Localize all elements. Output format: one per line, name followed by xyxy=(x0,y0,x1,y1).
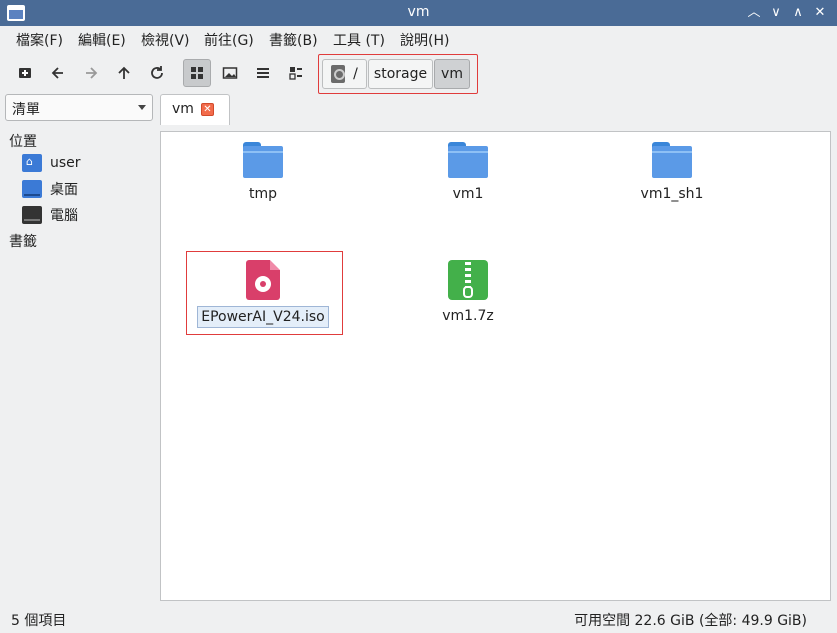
sidebar-mode-value: 清單 xyxy=(12,102,40,118)
sidebar-item-label: 桌面 xyxy=(50,182,78,198)
file-item-tmp[interactable]: tmp xyxy=(188,142,338,204)
free-space: 可用空間 22.6 GiB (全部: 49.9 GiB) xyxy=(574,613,807,629)
file-name: vm1 xyxy=(452,186,484,202)
crumb-vm[interactable]: vm xyxy=(434,59,470,89)
sidebar-item-label: user xyxy=(50,155,81,171)
path-bar: / storage vm xyxy=(318,54,478,94)
up-button[interactable] xyxy=(110,59,138,87)
item-count: 5 個項目 xyxy=(11,613,67,629)
sidebar-item-user[interactable]: user xyxy=(22,152,81,174)
reload-icon xyxy=(151,66,163,79)
list-icon xyxy=(257,68,269,78)
tab-label: vm xyxy=(172,101,194,117)
file-name: vm1_sh1 xyxy=(640,186,704,202)
sidebar: 清單 位置 user 桌面 電腦 書籤 xyxy=(0,94,158,600)
menu-file[interactable]: 檔案(F) xyxy=(16,30,63,50)
arrow-up-icon xyxy=(118,66,130,79)
drive-icon xyxy=(331,65,346,83)
crumb-vm-label: vm xyxy=(441,66,463,82)
places-heading: 位置 xyxy=(9,134,37,150)
close-tab-icon[interactable]: ✕ xyxy=(201,103,214,116)
compact-view-button[interactable] xyxy=(282,59,310,87)
maximize-button[interactable]: ∧ xyxy=(787,2,809,24)
crumb-storage-label: storage xyxy=(373,66,428,82)
new-tab-button[interactable] xyxy=(11,59,39,87)
keep-above-button[interactable]: ︿ xyxy=(743,2,765,24)
tab-bar: vm ✕ xyxy=(160,94,837,125)
crumb-root-label: / xyxy=(353,66,358,82)
icon-view-button[interactable] xyxy=(183,59,211,87)
grid-icon xyxy=(191,67,203,79)
file-view: tmp vm1 vm1_sh1 EPowerAI_V24.iso vm1.7z xyxy=(160,131,831,601)
computer-icon xyxy=(22,206,42,224)
menu-help[interactable]: 說明(H) xyxy=(400,30,449,50)
status-bar: 5 個項目 可用空間 22.6 GiB (全部: 49.9 GiB) xyxy=(0,601,837,633)
sidebar-item-label: 電腦 xyxy=(50,208,78,224)
menu-bar: 檔案(F) 編輯(E) 檢視(V) 前往(G) 書籤(B) 工具 (T) 說明(… xyxy=(0,26,837,52)
file-item-vm1[interactable]: vm1 xyxy=(393,142,543,204)
file-name: tmp xyxy=(248,186,277,202)
forward-button[interactable] xyxy=(77,59,105,87)
crumb-root[interactable]: / xyxy=(322,59,367,89)
chevron-down-icon xyxy=(138,105,146,110)
title-bar: vm ︿ ∨ ∧ ✕ xyxy=(0,0,837,26)
menu-view[interactable]: 檢視(V) xyxy=(141,30,190,50)
sidebar-item-computer[interactable]: 電腦 xyxy=(22,204,78,226)
bookmarks-heading: 書籤 xyxy=(9,234,37,250)
reload-button[interactable] xyxy=(143,59,171,87)
window-title: vm xyxy=(407,4,430,20)
detail-list-icon xyxy=(289,67,302,80)
sidebar-item-desktop[interactable]: 桌面 xyxy=(22,178,78,200)
image-icon xyxy=(222,67,238,79)
back-button[interactable] xyxy=(44,59,72,87)
crumb-storage[interactable]: storage xyxy=(368,59,433,89)
arrow-left-icon xyxy=(51,67,63,79)
thumbnail-view-button[interactable] xyxy=(216,59,244,87)
file-item-vm1-sh1[interactable]: vm1_sh1 xyxy=(597,142,747,204)
folder-icon xyxy=(448,142,488,178)
file-name: vm1.7z xyxy=(442,308,494,324)
menu-go[interactable]: 前往(G) xyxy=(204,30,254,50)
arrow-right-icon xyxy=(86,67,98,79)
file-item-vm1-7z[interactable]: vm1.7z xyxy=(393,260,543,326)
menu-tools[interactable]: 工具 (T) xyxy=(333,30,385,50)
selection-highlight xyxy=(186,251,343,335)
home-folder-icon xyxy=(22,154,42,172)
desktop-icon xyxy=(22,180,42,198)
new-tab-icon xyxy=(19,68,31,78)
minimize-button[interactable]: ∨ xyxy=(765,2,787,24)
menu-bookmarks[interactable]: 書籤(B) xyxy=(269,30,318,50)
menu-edit[interactable]: 編輯(E) xyxy=(78,30,126,50)
folder-icon xyxy=(652,142,692,178)
close-button[interactable]: ✕ xyxy=(809,2,831,24)
tab-vm[interactable]: vm ✕ xyxy=(160,94,230,125)
list-view-button[interactable] xyxy=(249,59,277,87)
archive-icon xyxy=(448,260,488,300)
folder-icon xyxy=(243,142,283,178)
sidebar-mode-select[interactable]: 清單 xyxy=(5,94,153,121)
